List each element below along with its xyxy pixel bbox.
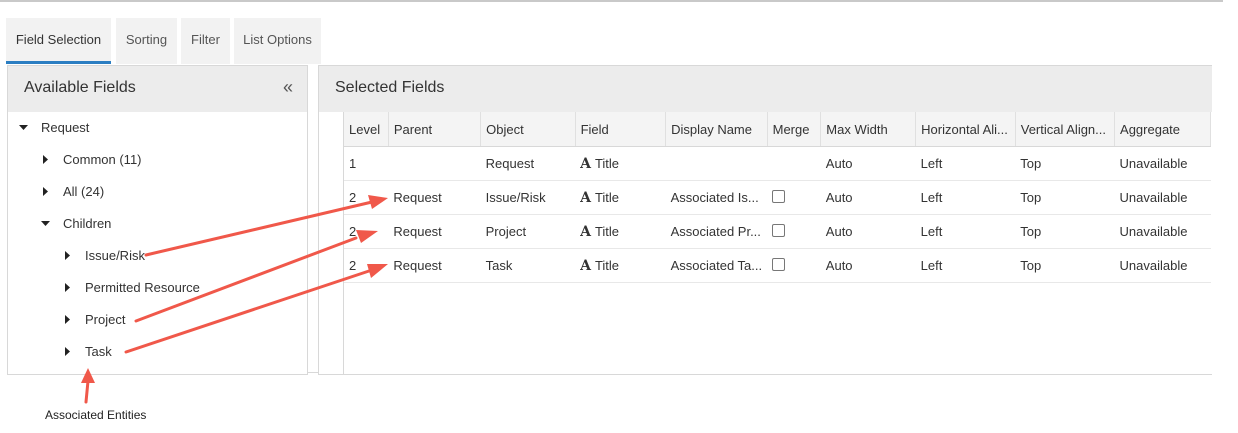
aggregate-cell: Unavailable — [1114, 248, 1211, 283]
field-cell[interactable]: A Title — [575, 146, 666, 181]
column-header[interactable]: Aggregate — [1114, 112, 1211, 147]
caret-right-icon[interactable] — [63, 341, 77, 363]
max-width-cell[interactable]: Auto — [820, 146, 916, 181]
column-header[interactable]: Field — [575, 112, 667, 147]
display-name-cell[interactable]: Associated Is... — [665, 180, 768, 215]
tree-item-label: Issue/Risk — [85, 248, 145, 263]
column-header[interactable]: Display Name — [665, 112, 768, 147]
column-header[interactable]: Horizontal Ali... — [915, 112, 1016, 147]
tree-item-label: Children — [63, 216, 112, 231]
horizontal-align-cell[interactable]: Left — [915, 180, 1016, 215]
annotation-arrow-caption — [84, 379, 90, 404]
caret-right-icon[interactable] — [63, 309, 77, 331]
caret-down-icon[interactable] — [41, 213, 55, 235]
selected-fields-header: Selected Fields — [319, 66, 1212, 112]
merge-checkbox[interactable] — [772, 224, 786, 237]
level-cell: 1 — [344, 146, 389, 181]
tree-item-label: Common (11) — [63, 152, 142, 167]
available-fields-header: Available Fields « — [8, 66, 307, 112]
vertical-align-cell[interactable]: Top — [1015, 214, 1115, 249]
horizontal-align-cell[interactable]: Left — [915, 214, 1016, 249]
max-width-cell[interactable]: Auto — [820, 180, 916, 215]
merge-cell — [767, 214, 821, 249]
column-header[interactable]: Vertical Align... — [1015, 112, 1116, 147]
selected-fields-grid: Level Parent Object Field Display Name M… — [343, 112, 1211, 374]
vertical-align-cell[interactable]: Top — [1015, 146, 1115, 181]
table-row[interactable]: 2 Request Project A Title Associated Pr..… — [344, 214, 1211, 249]
tab-field-selection[interactable]: Field Selection — [6, 18, 111, 64]
tab-list-options[interactable]: List Options — [234, 18, 321, 64]
caret-right-icon[interactable] — [63, 245, 77, 267]
tree-item-label: Task — [85, 344, 112, 359]
vertical-align-cell[interactable]: Top — [1015, 248, 1115, 283]
parent-cell: Request — [388, 180, 481, 215]
horizontal-align-cell[interactable]: Left — [915, 248, 1016, 283]
merge-checkbox[interactable] — [772, 190, 786, 203]
parent-cell — [388, 146, 481, 181]
object-cell: Project — [480, 214, 576, 249]
column-header[interactable]: Parent — [388, 112, 482, 147]
available-fields-panel: Available Fields « Request Common (11) A… — [7, 65, 308, 375]
merge-cell — [767, 146, 821, 181]
caret-right-icon[interactable] — [41, 181, 55, 203]
column-header[interactable]: Level — [344, 112, 389, 147]
field-cell[interactable]: A Title — [575, 214, 666, 249]
double-chevron-left-icon[interactable]: « — [283, 77, 293, 97]
field-name: Title — [594, 155, 620, 171]
field-name: Title — [594, 257, 620, 273]
level-cell: 2 — [344, 214, 389, 249]
tree-item-label: Request — [41, 120, 90, 135]
tree-item-label: Permitted Resource — [85, 280, 200, 295]
display-name-cell[interactable] — [665, 146, 768, 181]
field-name: Title — [594, 189, 620, 205]
text-field-icon: A — [580, 189, 591, 206]
field-name: Title — [594, 223, 620, 239]
parent-cell: Request — [388, 248, 481, 283]
object-cell: Request — [480, 146, 576, 181]
display-name-cell[interactable]: Associated Pr... — [665, 214, 768, 249]
column-header[interactable]: Merge — [767, 112, 822, 147]
merge-checkbox[interactable] — [772, 258, 786, 271]
aggregate-cell: Unavailable — [1114, 214, 1211, 249]
selected-fields-title: Selected Fields — [335, 79, 445, 96]
caret-right-icon[interactable] — [63, 277, 77, 299]
text-field-icon: A — [580, 223, 591, 240]
max-width-cell[interactable]: Auto — [820, 248, 916, 283]
text-field-icon: A — [580, 257, 591, 274]
vertical-align-cell[interactable]: Top — [1015, 180, 1115, 215]
tab-sorting[interactable]: Sorting — [116, 18, 177, 64]
level-cell: 2 — [344, 180, 389, 215]
aggregate-cell: Unavailable — [1114, 180, 1211, 215]
table-header-row: Level Parent Object Field Display Name M… — [344, 112, 1211, 147]
tab-filter[interactable]: Filter — [181, 18, 230, 64]
parent-cell: Request — [388, 214, 481, 249]
tree-item-label: All (24) — [63, 184, 105, 199]
field-cell[interactable]: A Title — [575, 180, 666, 215]
caret-right-icon[interactable] — [41, 149, 55, 171]
object-cell: Task — [480, 248, 576, 283]
column-header[interactable]: Object — [480, 112, 576, 147]
display-name-cell[interactable]: Associated Ta... — [665, 248, 768, 283]
table-row[interactable]: 2 Request Issue/Risk A Title Associated I… — [344, 180, 1211, 215]
max-width-cell[interactable]: Auto — [820, 214, 916, 249]
table-row[interactable]: 1 Request A Title Auto Left Top Unavailab… — [344, 146, 1211, 181]
annotation-caption: Associated Entities — [45, 408, 147, 422]
tree-item-label: Project — [85, 312, 126, 327]
horizontal-align-cell[interactable]: Left — [915, 146, 1016, 181]
text-field-icon: A — [580, 155, 591, 172]
level-cell: 2 — [344, 248, 389, 283]
object-cell: Issue/Risk — [480, 180, 576, 215]
available-fields-title: Available Fields — [24, 79, 136, 96]
table-row[interactable]: 2 Request Task A Title Associated Ta... A… — [344, 248, 1211, 283]
caret-down-icon[interactable] — [19, 117, 33, 139]
selected-fields-table: Level Parent Object Field Display Name M… — [344, 112, 1211, 283]
field-cell[interactable]: A Title — [575, 248, 666, 283]
aggregate-cell: Unavailable — [1114, 146, 1211, 181]
top-divider — [0, 0, 1223, 2]
column-header[interactable]: Max Width — [820, 112, 917, 147]
merge-cell — [767, 248, 821, 283]
merge-cell — [767, 180, 821, 215]
